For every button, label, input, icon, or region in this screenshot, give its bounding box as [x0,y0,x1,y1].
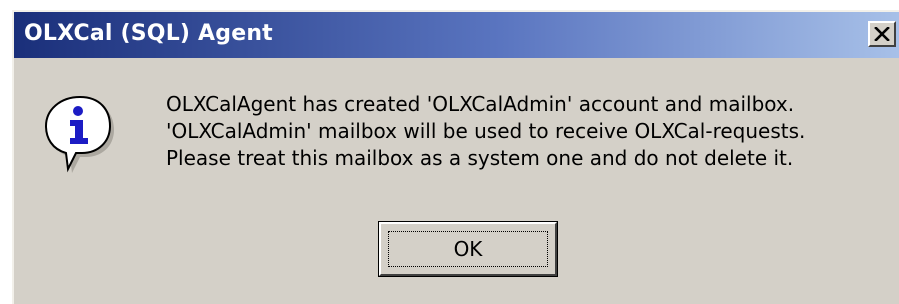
ok-button[interactable]: OK [378,221,558,277]
ok-button-face: OK [379,222,557,276]
message-line-3: Please treat this mailbox as a system on… [166,146,794,170]
message-text: OLXCalAgent has created 'OLXCalAdmin' ac… [166,91,896,172]
message-line-2: 'OLXCalAdmin' mailbox will be used to re… [166,119,806,143]
ok-button-label: OK [453,237,483,261]
message-dialog: OLXCal (SQL) Agent OLXCalAgent has creat… [12,10,899,304]
close-button[interactable] [868,21,896,47]
window-title: OLXCal (SQL) Agent [24,21,273,46]
information-icon [44,94,118,176]
title-bar[interactable]: OLXCal (SQL) Agent [14,12,899,58]
close-icon [874,27,890,41]
message-line-1: OLXCalAgent has created 'OLXCalAdmin' ac… [166,92,795,116]
